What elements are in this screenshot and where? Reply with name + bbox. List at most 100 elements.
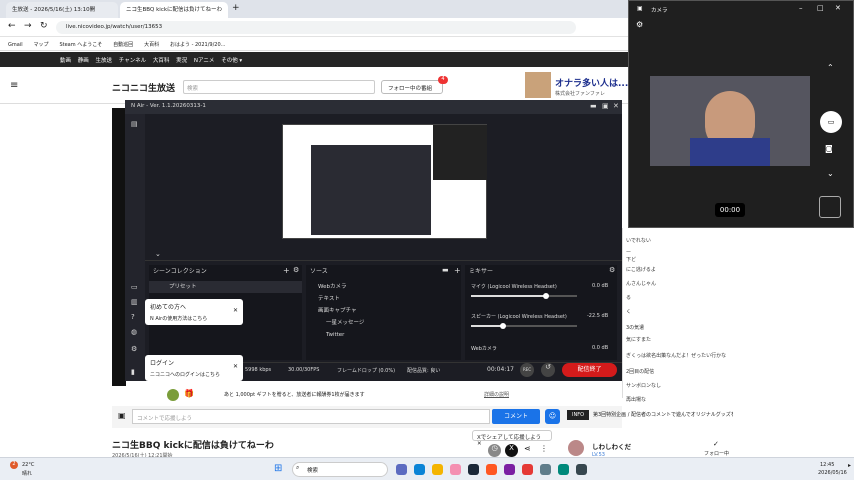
maximize-icon[interactable]: ▣ bbox=[602, 102, 609, 110]
first-time-tip[interactable]: 初めての方へ N Airの使用方法はこちら ✕ bbox=[145, 299, 243, 325]
menu-icon[interactable]: ≡ bbox=[10, 80, 18, 91]
scene-item[interactable]: プリセット bbox=[149, 281, 302, 293]
weather-temp[interactable]: 22°C bbox=[22, 462, 34, 468]
url-field[interactable]: live.nicovideo.jp/watch/user/13653 bbox=[56, 21, 576, 34]
host-name[interactable]: しわしわくだ bbox=[592, 441, 631, 451]
add-source-icon[interactable]: + bbox=[454, 266, 461, 275]
source-item[interactable]: テキスト bbox=[306, 293, 461, 305]
settings-icon[interactable]: ⚙ bbox=[131, 345, 137, 353]
volume-slider[interactable] bbox=[471, 323, 577, 329]
close-icon[interactable]: ✕ bbox=[233, 307, 238, 314]
nav-item[interactable]: 静画 bbox=[78, 58, 89, 64]
volume-knob[interactable] bbox=[543, 293, 550, 299]
comment-input[interactable]: コメントで応援しよう bbox=[132, 409, 490, 424]
chrome-icon[interactable] bbox=[522, 464, 533, 475]
nav-item[interactable]: 大百科 bbox=[153, 58, 170, 64]
taskbar-search[interactable]: 検索 bbox=[292, 462, 388, 477]
bookmark[interactable]: Gmail bbox=[8, 42, 23, 48]
nav-item[interactable]: その他 ▾ bbox=[221, 58, 242, 64]
studio-icon[interactable]: ▤ bbox=[131, 120, 138, 128]
comment-submit-button[interactable]: コメント bbox=[492, 409, 540, 424]
scene-settings-icon[interactable]: ⚙ bbox=[293, 266, 299, 274]
more-icon[interactable]: ⋮ bbox=[540, 444, 548, 453]
timer-icon[interactable]: ◷ bbox=[488, 444, 501, 457]
minimize-icon[interactable]: – bbox=[799, 4, 803, 12]
mixer-settings-icon[interactable]: ⚙ bbox=[609, 266, 615, 274]
x-share-icon[interactable]: X bbox=[505, 444, 518, 457]
taskview-icon[interactable] bbox=[396, 464, 407, 475]
emoji-icon[interactable]: ☺ bbox=[545, 409, 560, 424]
clock-time[interactable]: 12:45 bbox=[820, 462, 834, 468]
maximize-icon[interactable]: □ bbox=[817, 4, 824, 12]
nav-item[interactable]: 実況 bbox=[176, 58, 187, 64]
help-icon[interactable]: ? bbox=[131, 313, 135, 321]
rec-button[interactable]: REC bbox=[520, 363, 534, 377]
info-banner-text[interactable]: 第3回特別企画 / 配信者のコメントで遊んでオリジナルグッズを手に入れた bbox=[593, 411, 733, 421]
follow-programs-button[interactable]: フォロー中の番組 bbox=[381, 80, 443, 94]
notification-icon[interactable]: ▸ bbox=[848, 462, 851, 469]
app-icon[interactable] bbox=[450, 464, 461, 475]
browser-tab[interactable]: 生放送 - 2026/5/16(土) 13:10開 bbox=[6, 2, 118, 18]
new-tab-icon[interactable]: + bbox=[232, 3, 240, 13]
bookmark[interactable]: マップ bbox=[34, 42, 49, 48]
preview-canvas[interactable] bbox=[282, 124, 487, 239]
app-icon[interactable] bbox=[504, 464, 515, 475]
volume-knob[interactable] bbox=[499, 323, 506, 329]
edge-icon[interactable] bbox=[414, 464, 425, 475]
ad-title[interactable]: オナラ多い人は... bbox=[555, 76, 628, 89]
login-tip[interactable]: ログイン ニコニコへのログインはこちら ✕ bbox=[145, 355, 243, 381]
follow-status[interactable]: フォロー中 bbox=[704, 450, 729, 457]
profile-icon[interactable]: ▮ bbox=[131, 368, 135, 376]
source-item[interactable]: Webカメラ bbox=[306, 281, 461, 293]
chevron-down-icon[interactable]: ⌄ bbox=[155, 250, 161, 258]
settings-icon[interactable] bbox=[540, 464, 551, 475]
brave-icon[interactable] bbox=[486, 464, 497, 475]
site-logo[interactable]: ニコニコ生放送 bbox=[112, 81, 175, 94]
close-icon[interactable]: ✕ bbox=[477, 441, 482, 447]
host-avatar[interactable] bbox=[568, 440, 584, 456]
share-icon[interactable]: ⋖ bbox=[524, 444, 531, 453]
source-item[interactable]: Twitter bbox=[306, 329, 461, 341]
browser-tab-active[interactable]: ニコ生BBQ kickに配信は負けてねーわ bbox=[120, 2, 228, 18]
gallery-thumbnail[interactable] bbox=[819, 196, 841, 218]
nav-item[interactable]: 動画 bbox=[60, 58, 71, 64]
ad-image[interactable] bbox=[525, 72, 551, 98]
bookmark[interactable]: Steam へようこそ bbox=[59, 42, 102, 48]
add-scene-icon[interactable]: + bbox=[283, 266, 290, 275]
layout-icon[interactable]: ▥ bbox=[131, 298, 138, 306]
volume-slider[interactable] bbox=[471, 293, 577, 299]
minimize-icon[interactable]: ▬ bbox=[590, 102, 597, 110]
back-icon[interactable]: ← bbox=[8, 21, 16, 31]
end-stream-button[interactable]: 配信終了 bbox=[562, 363, 617, 377]
folder-icon[interactable]: ▬ bbox=[442, 266, 449, 274]
close-icon[interactable]: ✕ bbox=[233, 363, 238, 370]
chat-icon[interactable]: ▭ bbox=[131, 283, 138, 291]
chevron-up-icon[interactable]: ⌃ bbox=[827, 63, 834, 72]
steam-icon[interactable] bbox=[468, 464, 479, 475]
settings-icon[interactable]: ⚙ bbox=[636, 20, 643, 29]
nav-item[interactable]: チャンネル bbox=[119, 58, 146, 64]
explorer-icon[interactable] bbox=[432, 464, 443, 475]
gift-link[interactable]: 詳細の説明 bbox=[484, 391, 509, 398]
nav-item[interactable]: Nアニメ bbox=[194, 58, 215, 64]
bookmark[interactable]: 自動巡回 bbox=[113, 42, 133, 48]
gift-icon[interactable]: 🎁 bbox=[184, 389, 194, 398]
video-capture-button[interactable]: ▭ bbox=[820, 111, 842, 133]
search-input[interactable]: 検索 bbox=[183, 80, 375, 94]
bookmark[interactable]: おはよう - 2021/9/20... bbox=[170, 42, 225, 48]
bookmark[interactable]: 大百科 bbox=[144, 42, 159, 48]
close-icon[interactable]: ✕ bbox=[613, 102, 619, 110]
forward-icon[interactable]: → bbox=[24, 21, 32, 31]
camera-switch-icon[interactable]: ◙ bbox=[825, 144, 833, 153]
replay-icon[interactable]: ↺ bbox=[541, 363, 555, 377]
source-item[interactable]: 画面キャプチャ bbox=[306, 305, 461, 317]
nav-item[interactable]: 生放送 bbox=[96, 58, 113, 64]
chevron-down-icon[interactable]: ⌄ bbox=[827, 169, 834, 178]
source-item[interactable]: 一星メッセージ bbox=[306, 317, 461, 329]
reload-icon[interactable]: ↻ bbox=[40, 21, 48, 31]
remote-icon[interactable]: ◍ bbox=[131, 328, 137, 336]
nair-icon[interactable] bbox=[576, 464, 587, 475]
camera-icon[interactable] bbox=[558, 464, 569, 475]
close-icon[interactable]: ✕ bbox=[835, 4, 841, 12]
start-icon[interactable]: ⊞ bbox=[274, 463, 282, 474]
